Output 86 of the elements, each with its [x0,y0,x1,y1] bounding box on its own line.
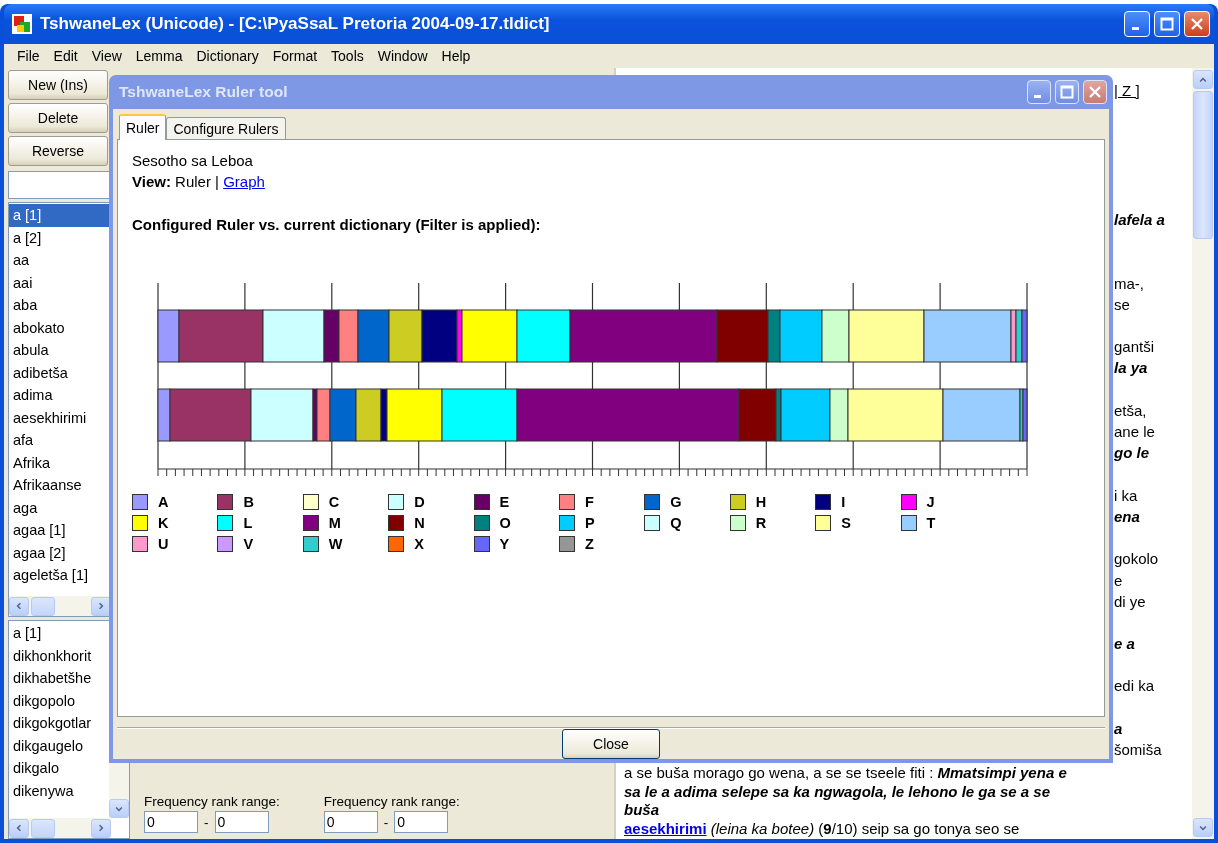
legend-label: S [841,514,851,531]
language-name: Sesotho sa Leboa [131,151,254,171]
entry-link[interactable]: | Z ] [1114,82,1140,99]
entry-text: a [1114,718,1123,739]
entry-text: e [1114,570,1123,591]
entry-link[interactable]: aesekhirimi [624,820,707,838]
legend-label: W [328,535,343,552]
input-field[interactable]: 0 [323,811,378,833]
legend-label: T [926,514,936,531]
input-field[interactable]: 0 [144,811,198,833]
legend-label: O [499,514,511,531]
range-separator: - [204,814,209,830]
toolbar-button[interactable]: Reverse [8,136,108,166]
list-item[interactable]: a [1] [9,622,109,645]
legend-label: Z [584,535,594,552]
entry-text: ena [1114,506,1140,527]
list-item[interactable]: dikenywa [9,779,109,802]
menu-item[interactable]: Tools [324,48,371,64]
filter-label: Frequency rank range: [323,794,460,809]
range-separator: - [383,814,389,830]
legend-label: X [414,535,424,552]
legend-label: Y [499,535,510,552]
list-item[interactable]: dikgaugelo [9,734,109,757]
entry-text: di ye [1114,591,1146,612]
list-item[interactable]: dikhabetšhe [9,667,109,690]
legend-label: A [158,493,169,510]
menu-item[interactable]: View [84,48,129,64]
input-field[interactable]: 0 [214,811,269,833]
entry-text: gokolo [1114,549,1159,570]
entry-text: sa le a adima selepe sa ka ngwagola, le lehono le ga se a se [624,782,1051,802]
legend-label: G [670,493,682,510]
menu-item[interactable]: Edit [46,48,85,64]
window-title: TshwaneLex (Unicode) - [C:\PyaSsaL Pretoria 2004-09-17.tldict] [40,14,551,34]
menu-item[interactable]: Window [370,48,435,64]
entry-text: edi ka [1114,676,1155,697]
toolbar-button[interactable]: New (Ins) [8,70,108,100]
menu-item[interactable]: Help [434,48,478,64]
dialog-title: TshwaneLex Ruler tool [119,83,289,101]
input-field[interactable]: 0 [394,811,449,833]
legend-label: H [755,493,767,510]
legend-label: K [158,514,169,531]
list-item[interactable]: dikhonkhorit [9,644,109,667]
menu-item[interactable]: File [10,48,47,64]
legend-label: N [414,514,425,531]
entry-text: i ka [1114,485,1138,506]
menu-item[interactable]: Dictionary [189,48,266,64]
legend-label: P [584,514,595,531]
entry-text: ane le [1114,422,1155,443]
entry-text: aesekhirimi (leina ka botee) (9/10) seip sa go tonya seo se [624,820,1020,839]
chart-heading: Configured Ruler vs. current dictionary (Filter is applied): [131,215,542,235]
legend-label: F [584,493,594,510]
entry-text: buša [624,801,659,821]
graph-link[interactable]: Graph [223,173,265,190]
entry-text: go le [1114,443,1149,464]
legend-label: C [328,493,340,510]
legend-label: J [926,493,935,510]
entry-text: lafela a [1114,210,1165,231]
entry-text: šomiša [1114,740,1162,761]
entry-text: a se buša morago go wena, a se se tseele fiti : Mmatsimpi yena e [624,763,1067,783]
entry-text: e a [1114,634,1135,655]
legend-label: D [414,493,425,510]
legend-label: M [328,514,341,531]
menu-item[interactable]: Lemma [128,48,190,64]
entry-text: ma-, [1114,273,1144,294]
list-item[interactable]: dikgopolo [9,689,109,712]
legend-label: L [243,514,253,531]
legend-label: E [499,493,510,510]
close-button[interactable]: Close [562,729,660,759]
list-item[interactable]: dikgokgotlar [9,712,109,735]
legend-label: B [243,493,254,510]
filter-label: Frequency rank range: [144,794,280,809]
legend-label: Q [670,514,682,531]
list-item[interactable]: dikgalo [9,757,109,780]
legend-label: R [755,514,767,531]
entry-text: etša, [1114,400,1147,421]
tab[interactable]: Configure Rulers [166,117,286,139]
entry-text: se [1114,294,1130,315]
toolbar-button[interactable]: Delete [8,103,108,133]
entry-text: la ya [1114,358,1148,379]
view-switcher: View: Ruler | Graph [131,172,266,192]
entry-text: gantši [1114,337,1155,358]
menu-item[interactable]: Format [265,48,325,64]
legend-label: I [841,493,846,510]
legend-label: U [158,535,169,552]
legend-label: V [243,535,254,552]
tab[interactable]: Ruler [119,114,167,140]
